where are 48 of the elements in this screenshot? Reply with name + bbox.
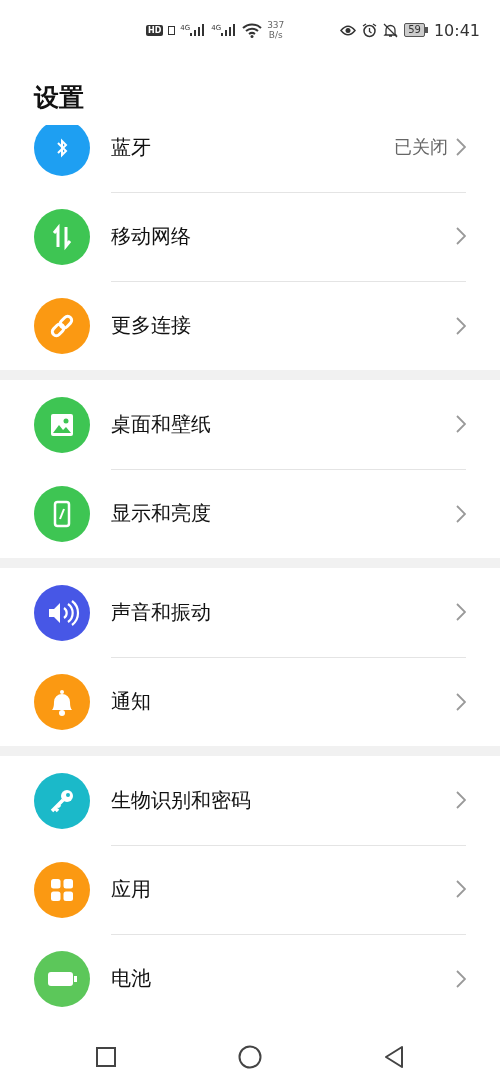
item-label: 移动网络	[111, 222, 191, 250]
chevron-icon	[456, 227, 466, 245]
settings-item[interactable]: 声音和振动	[0, 568, 500, 657]
battery-level: 59	[404, 23, 425, 37]
network-speed: 337	[267, 20, 285, 30]
chevron-icon	[456, 969, 466, 988]
signal-icon	[221, 23, 238, 37]
bell-muted-icon	[383, 22, 399, 38]
item-label: 更多连接	[111, 312, 191, 339]
settings-item[interactable]: 桌面和壁纸	[0, 380, 500, 469]
chevron-icon	[456, 603, 466, 621]
item-value: 已关闭	[394, 135, 448, 159]
chevron-icon	[456, 316, 466, 335]
settings-item[interactable]: 更多连接	[0, 281, 500, 370]
chevron-icon	[456, 504, 466, 523]
settings-item[interactable]: 电池	[0, 934, 500, 1023]
item-label: 显示和亮度	[111, 500, 211, 527]
sim-icon	[168, 25, 176, 35]
clock-time: 10:41	[433, 20, 480, 40]
settings-item[interactable]: 通知	[0, 657, 500, 746]
settings-item[interactable]: 显示和亮度	[0, 469, 500, 558]
chevron-icon	[456, 138, 466, 156]
settings-item[interactable]: 移动网络	[0, 192, 500, 281]
chevron-icon	[456, 880, 466, 898]
back-button[interactable]	[384, 1045, 404, 1069]
page-title: 设置	[34, 82, 84, 114]
battery-tip-icon	[424, 27, 428, 33]
hd-badge: HD	[146, 24, 164, 36]
settings-item[interactable]: 应用	[0, 845, 500, 934]
eye-icon	[340, 24, 357, 36]
chevron-icon	[456, 692, 466, 711]
home-button[interactable]	[238, 1045, 262, 1069]
item-label: 蓝牙	[111, 133, 151, 161]
chevron-icon	[456, 791, 466, 809]
item-label: 通知	[111, 688, 151, 715]
chevron-icon	[456, 415, 466, 433]
item-label: 应用	[111, 875, 151, 903]
signal-icon	[190, 23, 207, 37]
settings-item[interactable]: 生物识别和密码	[0, 756, 500, 845]
item-label: 声音和振动	[111, 598, 211, 626]
item-label: 生物识别和密码	[111, 786, 251, 814]
alarm-icon	[362, 22, 378, 38]
item-label: 桌面和壁纸	[111, 410, 211, 438]
wifi-icon	[242, 22, 263, 38]
speed-unit: B/s	[268, 30, 283, 40]
item-label: 电池	[111, 965, 151, 992]
recent-apps-button[interactable]	[96, 1047, 116, 1067]
settings-item[interactable]: 蓝牙 已关闭	[0, 125, 500, 192]
